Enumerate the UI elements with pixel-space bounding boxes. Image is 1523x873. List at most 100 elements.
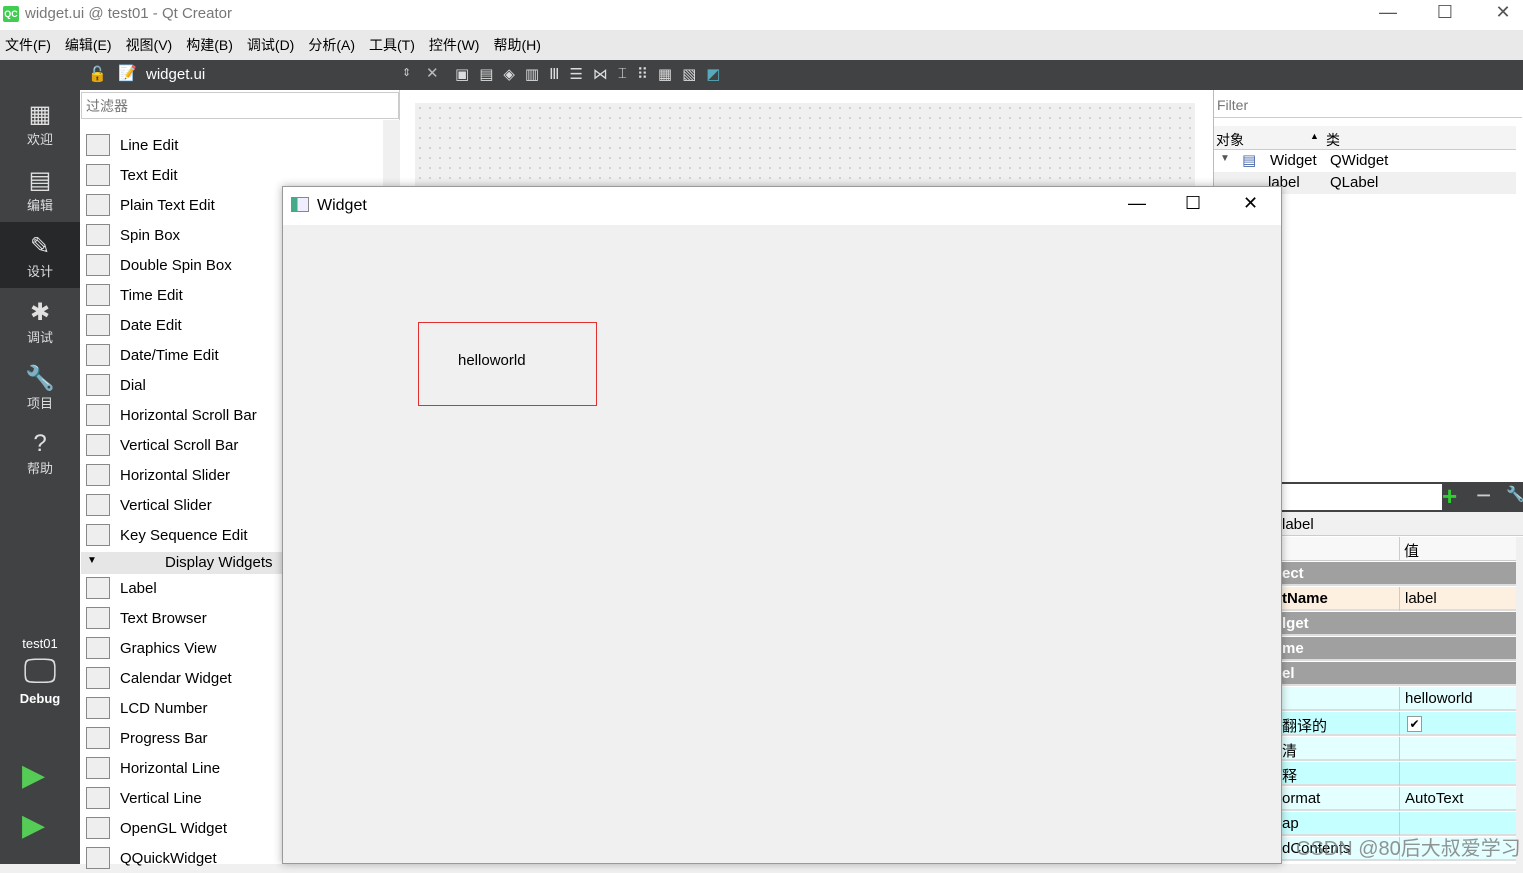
preview-maximize-button[interactable]: ☐ — [1185, 193, 1201, 214]
widget-item-label: LCD Number — [120, 699, 208, 717]
object-filter-input[interactable] — [1214, 92, 1522, 118]
widget-item[interactable]: Double Spin Box — [86, 250, 232, 280]
break-layout-icon[interactable]: ▧ — [682, 65, 696, 83]
widget-item[interactable]: OpenGL Widget — [86, 813, 227, 843]
widget-item[interactable]: Date Edit — [86, 310, 182, 340]
property-value[interactable]: ✔ — [1407, 716, 1422, 732]
widget-item[interactable]: Horizontal Line — [86, 753, 220, 783]
menu-item[interactable]: 文件(F) — [0, 35, 60, 55]
menu-item[interactable]: 工具(T) — [364, 35, 424, 55]
widget-item[interactable]: Date/Time Edit — [86, 340, 219, 370]
widget-item-label: Horizontal Line — [120, 759, 221, 777]
close-document-icon[interactable]: ✕ — [426, 64, 439, 82]
widget-item[interactable]: Key Sequence Edit — [86, 520, 248, 550]
widget-item[interactable]: Text Edit — [86, 160, 178, 190]
widget-item[interactable]: LCD Number — [86, 693, 208, 723]
menu-item[interactable]: 调试(D) — [242, 35, 303, 55]
widget-item[interactable]: Spin Box — [86, 220, 180, 250]
kit-selector[interactable]: test01 🖵 Debug — [0, 636, 80, 706]
preview-close-button[interactable]: ✕ — [1243, 193, 1258, 214]
edit-tab-order-icon[interactable]: ▥ — [525, 65, 539, 83]
column-value[interactable]: 值 — [1404, 540, 1419, 561]
lock-icon[interactable]: 🔓 — [88, 65, 107, 83]
splitter-vertical-icon[interactable]: ⌶ — [618, 65, 627, 83]
menu-item[interactable]: 控件(W) — [424, 35, 489, 55]
property-scrollbar[interactable] — [1516, 537, 1523, 864]
layout-form-icon[interactable]: ⠿ — [637, 65, 648, 83]
debug-run-icon[interactable]: ▶ — [22, 808, 45, 843]
widget-type-icon — [86, 464, 110, 486]
property-row[interactable]: tName label — [1282, 587, 1516, 611]
property-row[interactable]: 清 — [1282, 737, 1516, 761]
widget-item-label: Text Browser — [120, 609, 207, 627]
menu-item[interactable]: 编辑(E) — [60, 35, 121, 55]
property-row[interactable]: helloworld — [1282, 687, 1516, 711]
property-filter-input[interactable] — [1282, 484, 1442, 510]
add-property-icon[interactable]: + — [1442, 481, 1457, 512]
open-file-name[interactable]: widget.ui — [146, 66, 205, 83]
widget-item[interactable]: Calendar Widget — [86, 663, 232, 693]
widget-item[interactable]: Dial — [86, 370, 146, 400]
column-object[interactable]: 对象 — [1216, 130, 1244, 150]
mode-2[interactable]: ✎ 设计 — [0, 222, 80, 288]
edit-widgets-icon[interactable]: ▣ — [455, 65, 469, 83]
property-row[interactable]: 释 — [1282, 762, 1516, 786]
widget-item[interactable]: Graphics View — [86, 633, 216, 663]
widget-item[interactable]: Progress Bar — [86, 723, 208, 753]
preview-minimize-button[interactable]: — — [1128, 193, 1146, 214]
adjust-size-icon[interactable]: ◩ — [706, 65, 720, 83]
edit-signals-icon[interactable]: ▤ — [479, 65, 493, 83]
property-value[interactable]: helloworld — [1405, 690, 1473, 707]
mode-4[interactable]: 🔧 项目 — [0, 354, 80, 420]
splitter-horizontal-icon[interactable]: ⋈ — [593, 65, 608, 83]
chevron-down-icon: ▼ — [1220, 153, 1230, 164]
mode-1[interactable]: ▤ 编辑 — [0, 156, 80, 222]
layout-vertical-icon[interactable]: ☰ — [569, 65, 582, 83]
property-value[interactable]: label — [1405, 590, 1437, 607]
configure-icon[interactable]: 🔧 — [1506, 485, 1523, 503]
widget-item-label: Double Spin Box — [120, 256, 232, 274]
object-row-widget[interactable]: ▼ ▤ Widget QWidget — [1214, 150, 1516, 172]
property-row[interactable]: me — [1282, 637, 1516, 661]
layout-grid-icon[interactable]: ▦ — [658, 65, 672, 83]
widget-item[interactable]: Horizontal Slider — [86, 460, 230, 490]
widget-item[interactable]: Vertical Slider — [86, 490, 212, 520]
run-icon[interactable]: ▶ — [22, 758, 45, 793]
mode-3[interactable]: ✱ 调试 — [0, 288, 80, 354]
mode-5[interactable]: ? 帮助 — [0, 420, 80, 486]
edit-buddies-icon[interactable]: ◈ — [503, 65, 515, 83]
menu-item[interactable]: 构建(B) — [181, 35, 242, 55]
widget-item[interactable]: Horizontal Scroll Bar — [86, 400, 257, 430]
mode-0[interactable]: ▦ 欢迎 — [0, 90, 80, 156]
menu-item[interactable]: 分析(A) — [303, 35, 364, 55]
close-button[interactable]: ✕ — [1478, 2, 1523, 26]
file-switch-arrows-icon[interactable]: ⇕ — [402, 66, 411, 79]
helloworld-label[interactable]: helloworld — [418, 322, 597, 406]
property-row[interactable]: 翻译的 ✔ — [1282, 712, 1516, 736]
property-key: me — [1282, 640, 1304, 657]
property-row[interactable]: lget — [1282, 612, 1516, 636]
minimize-button[interactable]: — — [1363, 2, 1413, 26]
maximize-button[interactable]: ☐ — [1420, 2, 1470, 26]
widget-type-icon — [86, 847, 110, 869]
property-row[interactable]: ormat AutoText — [1282, 787, 1516, 811]
widget-item[interactable]: QQuickWidget — [86, 843, 217, 873]
property-value[interactable]: AutoText — [1405, 790, 1463, 807]
layout-horizontal-icon[interactable]: Ⅲ — [549, 65, 559, 83]
property-row[interactable]: ect — [1282, 562, 1516, 586]
widget-item[interactable]: Vertical Line — [86, 783, 202, 813]
remove-property-icon[interactable]: − — [1476, 480, 1491, 511]
widget-item[interactable]: Vertical Scroll Bar — [86, 430, 238, 460]
property-key: 清 — [1282, 743, 1298, 760]
widget-item[interactable]: Line Edit — [86, 130, 178, 160]
menu-item[interactable]: 帮助(H) — [488, 35, 549, 55]
widget-item[interactable]: Plain Text Edit — [86, 190, 215, 220]
widget-type-icon — [86, 757, 110, 779]
widget-item[interactable]: Text Browser — [86, 603, 207, 633]
widget-item[interactable]: Time Edit — [86, 280, 183, 310]
column-class[interactable]: 类 — [1326, 130, 1340, 150]
menu-item[interactable]: 视图(V) — [121, 35, 182, 55]
widget-item[interactable]: Label — [86, 573, 157, 603]
widget-filter-input[interactable] — [81, 92, 399, 119]
property-row[interactable]: el — [1282, 662, 1516, 686]
